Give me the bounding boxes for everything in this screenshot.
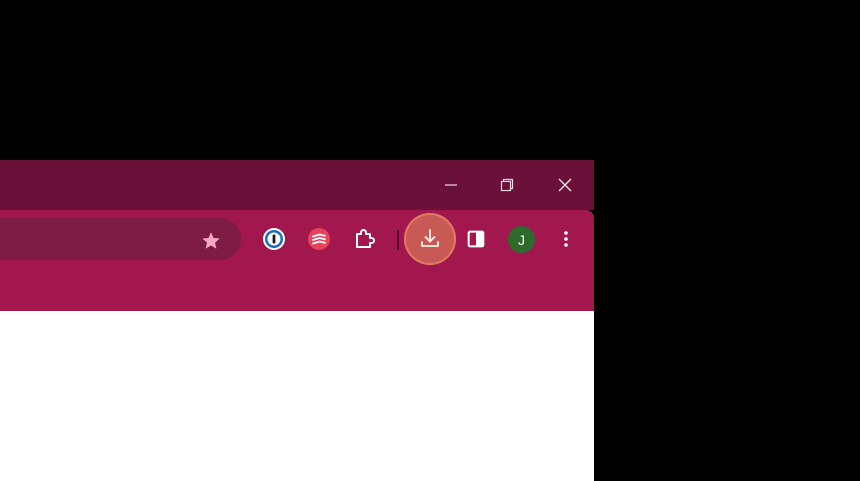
- todoist-icon: [308, 228, 330, 250]
- chrome-menu-button[interactable]: [549, 222, 583, 256]
- todoist-extension-button[interactable]: [302, 222, 336, 256]
- download-button[interactable]: [404, 213, 456, 265]
- star-icon: [202, 232, 220, 249]
- side-panel-icon: [467, 230, 485, 248]
- browser-toolbar: [0, 210, 594, 311]
- toolbar-separator: [397, 230, 399, 250]
- restore-icon: [500, 178, 514, 192]
- profile-initial: J: [518, 231, 525, 248]
- side-panel-button[interactable]: [459, 222, 493, 256]
- bookmark-star-button[interactable]: [198, 228, 224, 254]
- puzzle-icon: [356, 229, 375, 248]
- page-content: [0, 311, 594, 481]
- 1password-extension-button[interactable]: [257, 222, 291, 256]
- extensions-button[interactable]: [347, 222, 381, 256]
- close-icon: [558, 178, 572, 192]
- more-vert-icon: [564, 231, 568, 247]
- download-icon: [421, 229, 439, 247]
- 1password-icon: [263, 228, 285, 250]
- restore-button[interactable]: [479, 160, 535, 210]
- profile-avatar-button[interactable]: J: [508, 226, 535, 253]
- minimize-icon: [445, 184, 457, 186]
- close-button[interactable]: [537, 160, 593, 210]
- title-bar: [0, 160, 594, 210]
- minimize-button[interactable]: [423, 160, 479, 210]
